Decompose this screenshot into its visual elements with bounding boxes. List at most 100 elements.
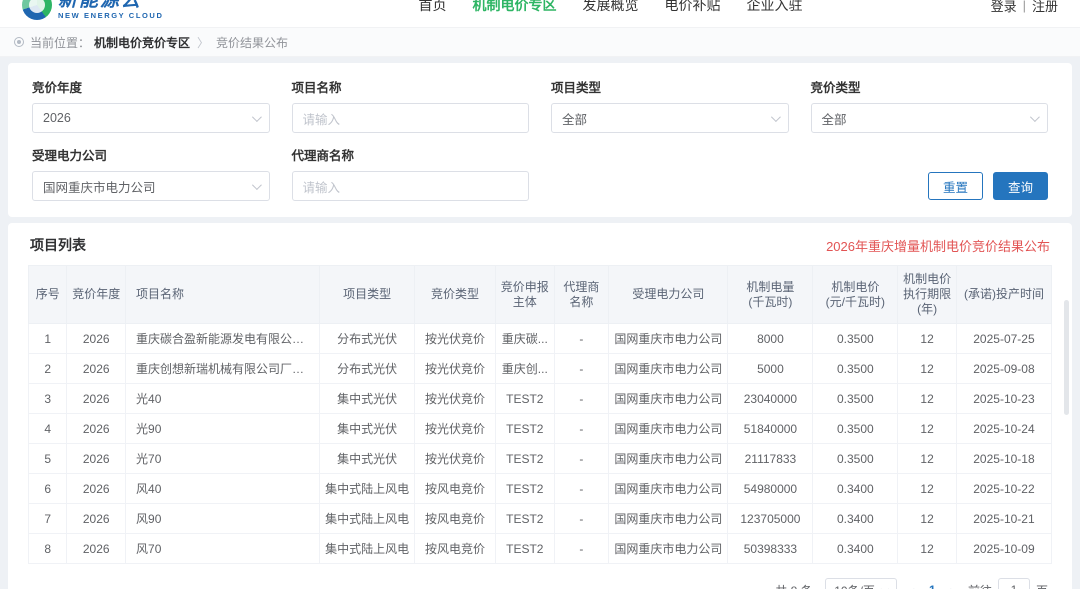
table-cell: - xyxy=(554,534,609,564)
table-cell: 0.3500 xyxy=(813,354,898,384)
breadcrumb-current: 竞价结果公布 xyxy=(216,34,288,51)
table-cell: 2026 xyxy=(67,444,126,474)
chevron-down-icon xyxy=(880,585,888,589)
table-cell: TEST2 xyxy=(495,384,554,414)
table-cell: 0.3500 xyxy=(813,444,898,474)
table-cell: 集中式陆上风电 xyxy=(320,534,415,564)
table-cell: TEST2 xyxy=(495,414,554,444)
table-cell: 2025-10-24 xyxy=(956,414,1051,444)
column-header: (承诺)投产时间 xyxy=(956,266,1051,324)
table-cell: 7 xyxy=(29,504,67,534)
project-type-value: 全部 xyxy=(562,109,587,128)
column-header: 项目类型 xyxy=(320,266,415,324)
table-cell: 21117833 xyxy=(728,444,813,474)
table-cell: 50398333 xyxy=(728,534,813,564)
agent-name-placeholder: 请输入 xyxy=(303,177,341,196)
agent-name-label: 代理商名称 xyxy=(292,145,530,164)
page-number-1[interactable]: 1 xyxy=(929,583,936,589)
power-company-select[interactable]: 国网重庆市电力公司 xyxy=(32,171,270,201)
filter-bidding-type: 竞价类型 全部 xyxy=(811,77,1049,133)
prev-page-button[interactable]: ‹ xyxy=(909,583,917,589)
table-cell: TEST2 xyxy=(495,444,554,474)
nav-item-enterprise-entry[interactable]: 企业入驻 xyxy=(746,0,802,15)
table-cell: 集中式光伏 xyxy=(320,444,415,474)
breadcrumb-section[interactable]: 机制电价竞价专区 xyxy=(94,34,190,51)
table-cell: TEST2 xyxy=(495,504,554,534)
table-cell: 国网重庆市电力公司 xyxy=(609,444,728,474)
nav-item-price-subsidy[interactable]: 电价补贴 xyxy=(664,0,720,15)
table-cell: 风40 xyxy=(126,474,320,504)
project-type-select[interactable]: 全部 xyxy=(551,103,789,133)
table-cell: 2025-07-25 xyxy=(956,324,1051,354)
table-cell: 2025-10-22 xyxy=(956,474,1051,504)
new-energy-cloud-logo-icon xyxy=(22,0,52,20)
table-cell: 0.3500 xyxy=(813,324,898,354)
reset-button[interactable]: 重置 xyxy=(928,172,983,200)
breadcrumb-prefix: 当前位置： xyxy=(30,34,90,51)
table-cell: 2026 xyxy=(67,414,126,444)
table-cell: 12 xyxy=(898,444,957,474)
goto-page-input[interactable]: 1 xyxy=(998,578,1030,589)
column-header: 项目名称 xyxy=(126,266,320,324)
power-company-value: 国网重庆市电力公司 xyxy=(43,177,156,196)
table-cell: 国网重庆市电力公司 xyxy=(609,414,728,444)
total-count: 共 8 条 xyxy=(775,582,812,589)
register-link[interactable]: 注册 xyxy=(1032,0,1058,15)
list-title: 项目列表 xyxy=(30,235,86,255)
nav-item-mechanism-price-zone[interactable]: 机制电价专区 xyxy=(472,0,556,15)
table-cell: 12 xyxy=(898,384,957,414)
table-cell: 按风电竞价 xyxy=(415,534,496,564)
bidding-type-value: 全部 xyxy=(822,109,847,128)
next-page-button[interactable]: › xyxy=(948,583,956,589)
bidding-type-select[interactable]: 全部 xyxy=(811,103,1049,133)
login-link[interactable]: 登录 xyxy=(991,0,1017,15)
table-cell: 2025-10-21 xyxy=(956,504,1051,534)
project-name-input[interactable]: 请输入 xyxy=(292,103,530,133)
table-cell: 重庆创想新瑞机械有限公司厂房屋顶安装光伏... xyxy=(126,354,320,384)
column-header: 序号 xyxy=(29,266,67,324)
column-header: 竞价申报主体 xyxy=(495,266,554,324)
pagination: 共 8 条 10条/页 ‹ 1 › 前往 1 页 xyxy=(28,578,1052,589)
agent-name-input[interactable]: 请输入 xyxy=(292,171,530,201)
table-row: 42026光90集中式光伏按光伏竞价TEST2-国网重庆市电力公司5184000… xyxy=(29,414,1052,444)
chevron-down-icon xyxy=(251,180,261,190)
filter-agent-name: 代理商名称 请输入 xyxy=(292,145,530,201)
table-row: 62026风40集中式陆上风电按风电竞价TEST2-国网重庆市电力公司54980… xyxy=(29,474,1052,504)
table-header-row: 序号竞价年度项目名称项目类型竞价类型竞价申报主体代理商名称受理电力公司机制电量 … xyxy=(29,266,1052,324)
page-size-select[interactable]: 10条/页 xyxy=(825,578,897,589)
top-navigation-bar: 新能源云 NEW ENERGY CLOUD 首页 机制电价专区 发展概览 电价补… xyxy=(0,0,1080,28)
column-header: 竞价类型 xyxy=(415,266,496,324)
chevron-down-icon xyxy=(251,112,261,122)
filter-bidding-year: 竞价年度 2026 xyxy=(32,77,270,133)
logo[interactable]: 新能源云 NEW ENERGY CLOUD xyxy=(22,0,163,20)
table-cell: 12 xyxy=(898,414,957,444)
table-cell: 2 xyxy=(29,354,67,384)
filter-power-company: 受理电力公司 国网重庆市电力公司 xyxy=(32,145,270,201)
announcement-link[interactable]: 2026年重庆增量机制电价竞价结果公布 xyxy=(826,236,1050,255)
table-cell: 123705000 xyxy=(728,504,813,534)
table-cell: 2025-10-09 xyxy=(956,534,1051,564)
column-header: 竞价年度 xyxy=(67,266,126,324)
table-cell: 风90 xyxy=(126,504,320,534)
table-cell: 分布式光伏 xyxy=(320,354,415,384)
nav-item-home[interactable]: 首页 xyxy=(418,0,446,15)
breadcrumb: 当前位置： 机制电价竞价专区 〉 竞价结果公布 xyxy=(0,28,1080,57)
table-cell: 集中式陆上风电 xyxy=(320,474,415,504)
table-cell: 风70 xyxy=(126,534,320,564)
vertical-scrollbar[interactable] xyxy=(1064,300,1069,415)
table-row: 82026风70集中式陆上风电按风电竞价TEST2-国网重庆市电力公司50398… xyxy=(29,534,1052,564)
table-cell: 国网重庆市电力公司 xyxy=(609,324,728,354)
table-cell: 12 xyxy=(898,354,957,384)
table-cell: 重庆碳... xyxy=(495,324,554,354)
project-name-label: 项目名称 xyxy=(292,77,530,96)
table-cell: 51840000 xyxy=(728,414,813,444)
table-cell: - xyxy=(554,384,609,414)
table-cell: 国网重庆市电力公司 xyxy=(609,354,728,384)
table-cell: 5000 xyxy=(728,354,813,384)
table-cell: - xyxy=(554,504,609,534)
bidding-year-select[interactable]: 2026 xyxy=(32,103,270,133)
logo-title-cn: 新能源云 xyxy=(58,0,163,10)
page-suffix: 页 xyxy=(1036,582,1048,589)
query-button[interactable]: 查询 xyxy=(993,172,1048,200)
nav-item-development-overview[interactable]: 发展概览 xyxy=(582,0,638,15)
